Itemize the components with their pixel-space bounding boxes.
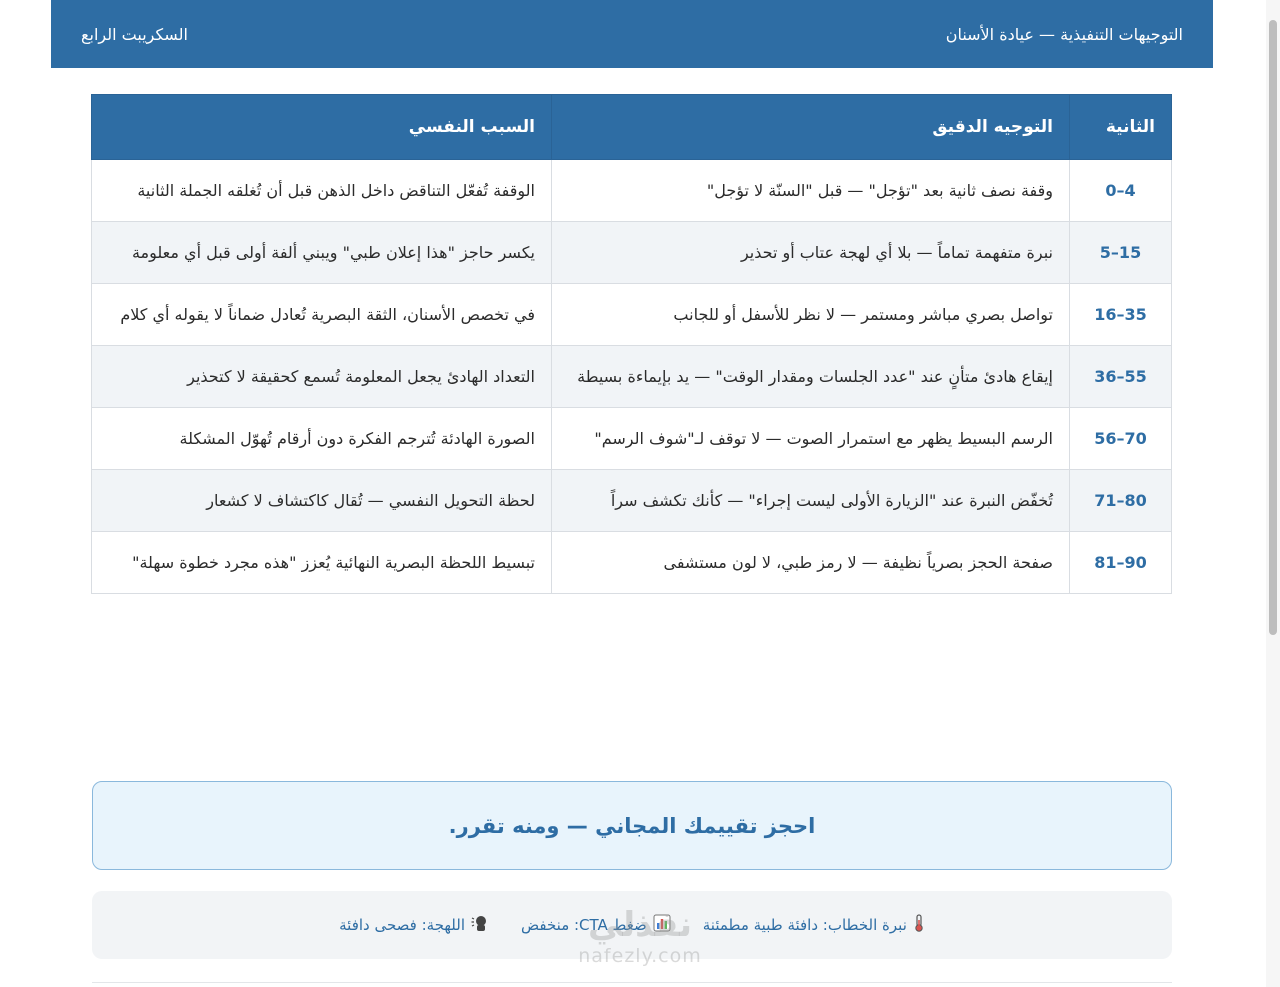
table-row: 16–35 تواصل بصري مباشر ومستمر — لا نظر ل… [91,283,1172,346]
column-header-direction: التوجيه الدقيق [551,94,1070,160]
time-cell: 0–4 [1069,159,1172,222]
scrollbar-thumb[interactable] [1269,20,1277,635]
meta-dialect-text: اللهجة: فصحى دافئة [339,916,466,934]
table-row: 71–80 تُخفّض النبرة عند "الزيارة الأولى … [91,469,1172,532]
table-row: 81–90 صفحة الحجز بصرياً نظيفة — لا رمز ط… [91,531,1172,594]
table-row: 0–4 وقفة نصف ثانية بعد "تؤجل" — قبل "الس… [91,159,1172,222]
column-header-reason: السبب النفسي [91,94,552,160]
header-title: التوجيهات التنفيذية — عيادة الأسنان [945,24,1183,44]
table-row: 5–15 نبرة متفهمة تماماً — بلا أي لهجة عت… [91,221,1172,284]
direction-cell: وقفة نصف ثانية بعد "تؤجل" — قبل "السنّة … [551,159,1070,222]
meta-cta-pressure-text: ضغط CTA: منخفض [521,916,647,934]
direction-cell: إيقاع هادئ متأنٍ عند "عدد الجلسات ومقدار… [551,345,1070,408]
header-script-label: السكريبت الرابع [81,24,188,44]
direction-cell: صفحة الحجز بصرياً نظيفة — لا رمز طبي، لا… [551,531,1070,594]
time-cell: 5–15 [1069,221,1172,284]
time-cell: 56–70 [1069,407,1172,470]
column-header-second: الثانية [1069,94,1172,160]
reason-cell: يكسر حاجز "هذا إعلان طبي" ويبني ألفة أول… [91,221,552,284]
direction-cell: الرسم البسيط يظهر مع استمرار الصوت — لا … [551,407,1070,470]
reason-cell: الصورة الهادئة تُترجم الفكرة دون أرقام ت… [91,407,552,470]
time-cell: 16–35 [1069,283,1172,346]
bar-chart-icon [653,914,671,936]
table-row: 36–55 إيقاع هادئ متأنٍ عند "عدد الجلسات … [91,345,1172,408]
page-scrollbar[interactable] [1266,0,1280,987]
page-header: التوجيهات التنفيذية — عيادة الأسنان السك… [51,0,1213,68]
speaking-head-icon [471,914,489,936]
directions-table: الثانية التوجيه الدقيق السبب النفسي 0–4 … [91,94,1172,594]
meta-bar: نبرة الخطاب: دافئة طبية مطمئنة ضغط CTA: … [92,891,1172,959]
cta-text: احجز تقييمك المجاني — ومنه تقرر. [448,813,816,838]
bottom-divider [92,982,1172,983]
direction-cell: تُخفّض النبرة عند "الزيارة الأولى ليست إ… [551,469,1070,532]
meta-dialect: اللهجة: فصحى دافئة [339,914,489,936]
meta-tone: نبرة الخطاب: دافئة طبية مطمئنة [703,914,925,936]
table-header-row: الثانية التوجيه الدقيق السبب النفسي [91,94,1172,160]
reason-cell: لحظة التحويل النفسي — تُقال كاكتشاف لا ك… [91,469,552,532]
direction-cell: تواصل بصري مباشر ومستمر — لا نظر للأسفل … [551,283,1070,346]
time-cell: 36–55 [1069,345,1172,408]
time-cell: 71–80 [1069,469,1172,532]
reason-cell: الوقفة تُفعّل التناقض داخل الذهن قبل أن … [91,159,552,222]
reason-cell: تبسيط اللحظة البصرية النهائية يُعزز "هذه… [91,531,552,594]
meta-tone-text: نبرة الخطاب: دافئة طبية مطمئنة [702,916,907,934]
meta-cta-pressure: ضغط CTA: منخفض [521,914,671,936]
thermometer-icon [913,914,925,936]
table-row: 56–70 الرسم البسيط يظهر مع استمرار الصوت… [91,407,1172,470]
time-cell: 81–90 [1069,531,1172,594]
reason-cell: في تخصص الأسنان، الثقة البصرية تُعادل ضم… [91,283,552,346]
direction-cell: نبرة متفهمة تماماً — بلا أي لهجة عتاب أو… [551,221,1070,284]
reason-cell: التعداد الهادئ يجعل المعلومة تُسمع كحقيق… [91,345,552,408]
cta-box: احجز تقييمك المجاني — ومنه تقرر. [92,781,1172,870]
